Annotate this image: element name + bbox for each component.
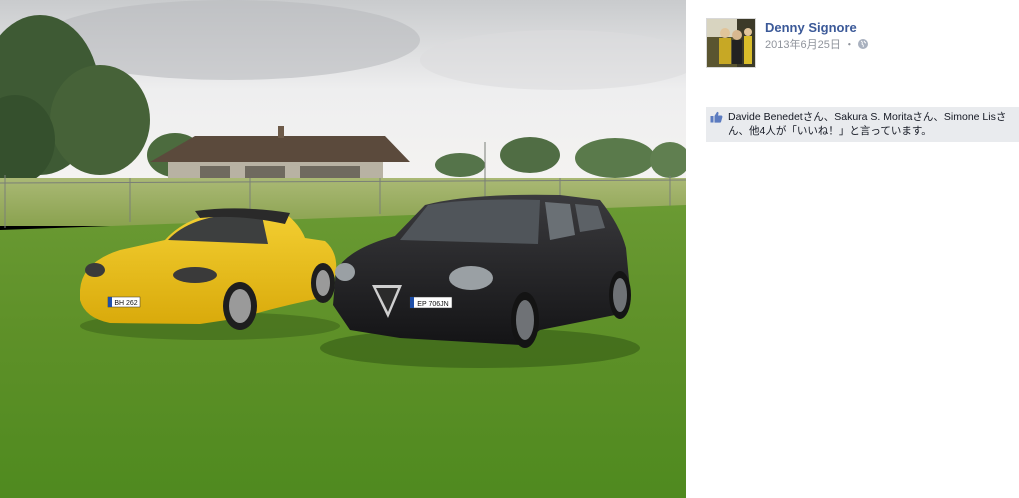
likes-summary: Davide Benedetさん、Sakura S. Moritaさん、Simo… [706, 107, 1019, 142]
black-car-plate: EP 706JN [417, 301, 448, 308]
thumbs-up-icon[interactable] [710, 111, 723, 123]
post-date[interactable]: 2013年6月25日 [765, 36, 841, 52]
avatar[interactable] [706, 18, 756, 68]
author-name[interactable]: Denny Signore [765, 20, 857, 35]
yellow-car-plate: BH 262 [114, 300, 137, 307]
post-sidebar: Denny Signore 2013年6月25日 ・ Davide Benede… [686, 0, 1019, 498]
meta-separator: ・ [843, 39, 855, 51]
post-photo[interactable]: BH 262 EP 706JN [0, 0, 686, 498]
post-meta: 2013年6月25日 ・ [765, 36, 868, 52]
globe-icon[interactable] [857, 39, 868, 49]
likes-text[interactable]: Davide Benedetさん、Sakura S. Moritaさん、Simo… [728, 111, 1006, 137]
